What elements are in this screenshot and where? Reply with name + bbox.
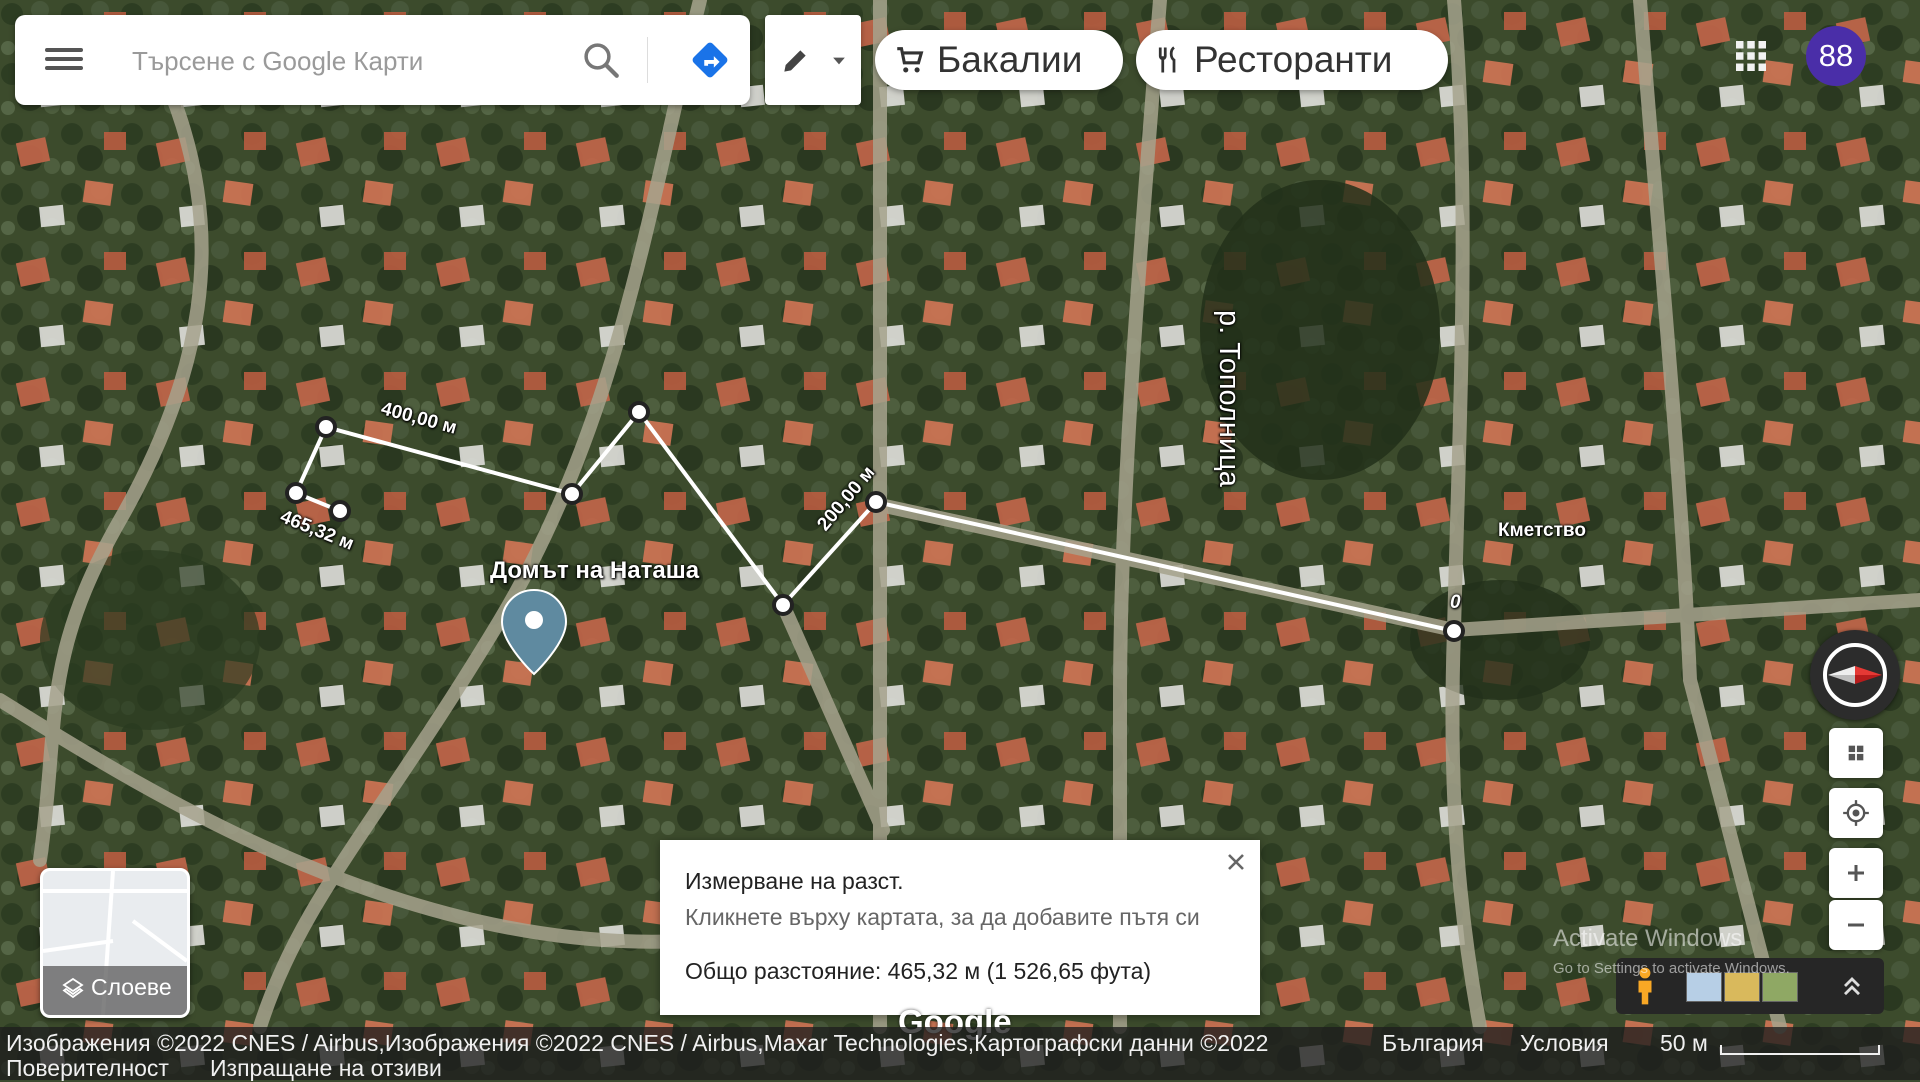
zoom-out-icon[interactable]: [1829, 900, 1883, 950]
dropdown-icon[interactable]: [829, 51, 849, 71]
draw-tool-button[interactable]: [765, 15, 861, 105]
chip-restaurants[interactable]: Ресторанти: [1136, 30, 1448, 90]
pencil-icon: [784, 50, 806, 72]
attribution: Изображения ©2022 CNES / Airbus,Изображе…: [6, 1030, 1269, 1056]
layers-label: Слоеве: [61, 974, 172, 1001]
compass-icon[interactable]: [1810, 630, 1900, 720]
search-icon[interactable]: [580, 39, 622, 81]
close-icon[interactable]: [1222, 848, 1250, 876]
river-label: р. Тополница: [1213, 310, 1245, 487]
scale-label[interactable]: 50 м: [1660, 1030, 1708, 1057]
restaurant-icon: [1158, 46, 1176, 73]
measure-hint: Кликнете върху картата, за да добавите п…: [685, 904, 1200, 930]
watermark-subtitle: Go to Settings to activate Windows.: [1553, 960, 1790, 977]
mayor-label[interactable]: Кметство: [1498, 520, 1586, 542]
feedback-link[interactable]: Изпращане на отзиви: [210, 1055, 442, 1082]
divider: [647, 37, 648, 83]
chip-groceries-label: Бакалии: [937, 39, 1083, 80]
scale-bar: [1720, 1045, 1880, 1055]
footer: Изображения ©2022 CNES / Airbus,Изображе…: [0, 1027, 1920, 1082]
menu-icon[interactable]: [45, 43, 83, 75]
search-box: [15, 15, 750, 105]
measure-panel: Измерване на разст. Кликнете върху карта…: [660, 840, 1260, 1015]
cart-icon: [897, 47, 924, 73]
layers-button[interactable]: Слоеве: [40, 868, 190, 1018]
measure-total: Общо разстояние: 465,32 м (1 526,65 фута…: [685, 958, 1152, 984]
chip-restaurants-label: Ресторанти: [1194, 39, 1393, 80]
directions-icon[interactable]: [687, 37, 733, 83]
grid-icon[interactable]: [1829, 728, 1883, 778]
country-link[interactable]: България: [1382, 1030, 1484, 1057]
privacy-link[interactable]: Поверителност: [6, 1055, 169, 1082]
search-input[interactable]: [130, 39, 574, 83]
apps-icon[interactable]: [1733, 38, 1769, 74]
zoom-in-icon[interactable]: [1829, 848, 1883, 898]
watermark-title: Activate Windows: [1553, 925, 1743, 952]
layers-icon: [62, 977, 84, 998]
measure-title: Измерване на разст.: [685, 868, 904, 894]
segment-label-4: 0: [1450, 592, 1461, 613]
layers-text: Слоеве: [91, 974, 172, 1000]
avatar[interactable]: 88: [1806, 26, 1866, 86]
terms-link[interactable]: Условия: [1520, 1030, 1609, 1057]
my-location-icon[interactable]: [1829, 788, 1883, 838]
chip-groceries[interactable]: Бакалии: [875, 30, 1123, 90]
expand-icon[interactable]: [1838, 972, 1866, 1000]
home-label[interactable]: Домът на Наташа: [490, 557, 699, 585]
